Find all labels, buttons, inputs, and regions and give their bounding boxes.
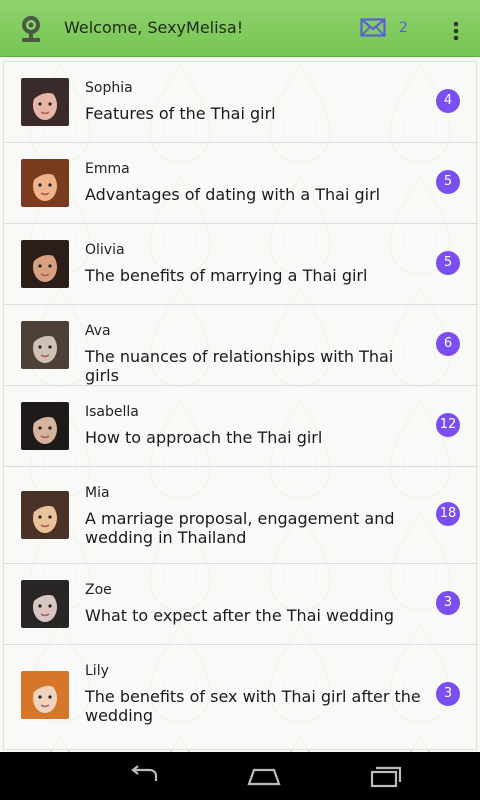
topic-title: The nuances of relationships with Thai g… (85, 347, 394, 385)
author-name: Emma (85, 161, 130, 177)
topic-list: Sophia Features of the Thai girl 4 Emma … (3, 61, 478, 750)
message-count-badge: 3 (436, 682, 460, 706)
topic-row[interactable]: Olivia The benefits of marrying a Thai g… (4, 224, 478, 305)
message-count-badge: 4 (436, 89, 460, 113)
topic-title: What to expect after the Thai wedding (85, 606, 394, 625)
topic-title: Advantages of dating with a Thai girl (85, 185, 381, 204)
author-name: Zoe (85, 582, 112, 598)
author-avatar (21, 321, 69, 369)
author-name: Sophia (85, 80, 133, 96)
author-avatar (21, 240, 69, 288)
topic-title: Features of the Thai girl (85, 104, 276, 123)
topic-row[interactable]: Mia A marriage proposal, engagement and … (4, 467, 478, 564)
message-count-badge: 5 (436, 170, 460, 194)
topic-list-area: Sophia Features of the Thai girl 4 Emma … (0, 57, 480, 752)
topic-title: The benefits of marrying a Thai girl (85, 266, 368, 285)
author-avatar (21, 580, 69, 628)
author-avatar (21, 159, 69, 207)
topic-row[interactable]: Ava The nuances of relationships with Th… (4, 305, 478, 386)
author-name: Olivia (85, 242, 125, 258)
message-count-badge: 3 (436, 591, 460, 615)
message-count-badge: 12 (436, 413, 460, 437)
author-avatar (21, 402, 69, 450)
webcam-icon[interactable] (16, 14, 48, 44)
message-count-badge: 6 (436, 332, 460, 356)
topic-row[interactable]: Zoe What to expect after the Thai weddin… (4, 564, 478, 645)
message-count-badge: 5 (436, 251, 460, 275)
recent-apps-icon[interactable] (368, 764, 404, 788)
envelope-icon[interactable] (360, 17, 386, 39)
author-name: Mia (85, 485, 110, 501)
back-icon[interactable] (126, 764, 162, 788)
topic-row[interactable]: Lily The benefits of sex with Thai girl … (4, 645, 478, 748)
author-name: Ava (85, 323, 111, 339)
mail-count: 2 (399, 20, 408, 36)
author-avatar (21, 78, 69, 126)
author-avatar (21, 671, 69, 719)
topic-title: A marriage proposal, engagement and wedd… (85, 509, 395, 547)
author-name: Lily (85, 663, 109, 679)
topic-row[interactable]: Isabella How to approach the Thai girl 1… (4, 386, 478, 467)
home-icon[interactable] (246, 764, 282, 788)
topic-row[interactable]: Sophia Features of the Thai girl 4 (4, 62, 478, 143)
topic-title: The benefits of sex with Thai girl after… (85, 687, 421, 725)
topic-row[interactable]: Emma Advantages of dating with a Thai gi… (4, 143, 478, 224)
author-avatar (21, 491, 69, 539)
topic-title: How to approach the Thai girl (85, 428, 323, 447)
author-name: Isabella (85, 404, 139, 420)
overflow-menu-icon[interactable] (449, 20, 463, 42)
welcome-title: Welcome, SexyMelisa! (64, 18, 244, 37)
message-count-badge: 18 (436, 502, 460, 526)
system-nav-bar (0, 752, 480, 800)
action-bar: Welcome, SexyMelisa! 2 (0, 0, 480, 57)
